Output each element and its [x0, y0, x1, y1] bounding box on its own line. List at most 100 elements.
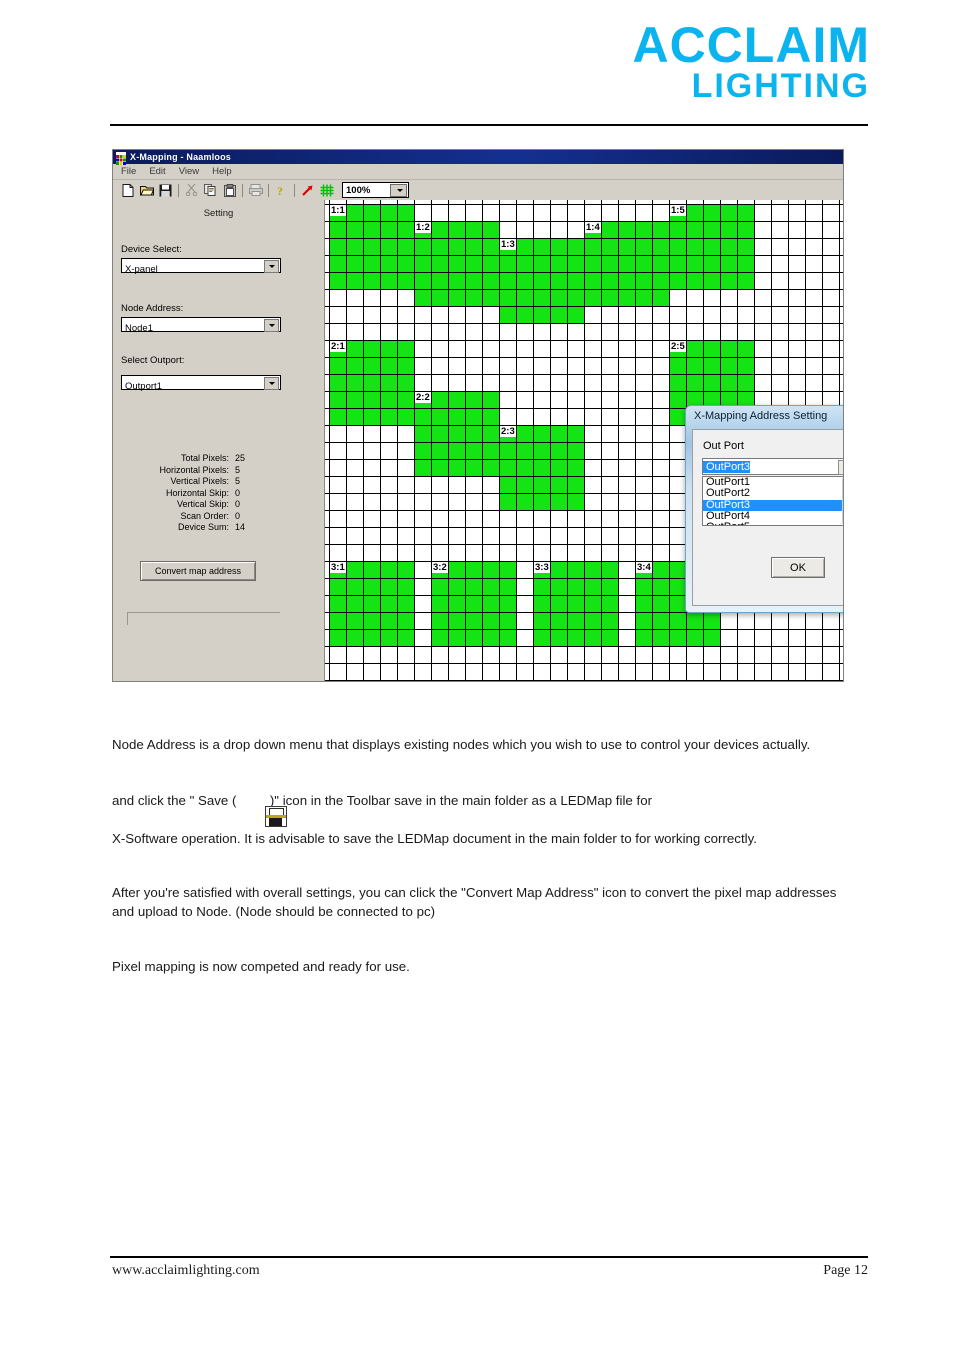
paragraph-convert-map: After you're satisfied with overall sett…: [112, 885, 837, 919]
pixel-block[interactable]: [669, 204, 755, 290]
footer-divider: [110, 1256, 868, 1258]
pixel-block-label: 1:4: [585, 222, 601, 233]
stat-key: Device Sum:: [177, 522, 229, 532]
dialog-title: X-Mapping Address Setting: [694, 410, 828, 422]
pixel-block[interactable]: [499, 425, 585, 511]
header-divider: [110, 124, 868, 126]
settings-panel: Setting Device Select: X-panel Node Addr…: [113, 200, 325, 681]
chevron-down-icon[interactable]: [264, 319, 279, 332]
convert-map-address-button[interactable]: Convert map address: [140, 561, 256, 581]
toolbar-separator: [175, 183, 182, 197]
list-item[interactable]: OutPort2: [703, 487, 843, 499]
red-arrow-icon[interactable]: [298, 182, 317, 199]
paragraph-save-part2: )" icon in the Toolbar save in the main …: [269, 793, 653, 808]
menu-item-edit[interactable]: Edit: [149, 166, 165, 177]
pixel-block-label: 3:2: [432, 562, 448, 573]
device-select-combo[interactable]: X-panel: [121, 258, 281, 275]
chevron-down-icon[interactable]: [838, 460, 843, 475]
pixel-block[interactable]: [431, 561, 517, 647]
select-outport-label: Select Outport:: [121, 355, 185, 366]
pixel-block[interactable]: [414, 221, 500, 307]
brand-line-acclaim: ACCLAIM: [632, 17, 870, 73]
stat-row: Total Pixels: 25: [121, 453, 306, 465]
select-outport-combo[interactable]: Outport1: [121, 375, 281, 392]
floppy-label: [269, 818, 282, 826]
menu-item-help[interactable]: Help: [212, 166, 232, 177]
svg-text:?: ?: [277, 184, 283, 197]
out-port-value: OutPort3: [703, 460, 751, 473]
list-item[interactable]: OutPort5: [703, 521, 843, 525]
stat-key: Vertical Pixels:: [170, 476, 229, 486]
brand-line-lighting: LIGHTING: [691, 67, 870, 105]
node-address-value: Node1: [125, 323, 153, 334]
stat-key: Total Pixels:: [180, 453, 229, 463]
paragraph-pixel-mapping-done: Pixel mapping is now competed and ready …: [112, 959, 410, 974]
pixel-block-label: 3:1: [330, 562, 346, 573]
stat-row: Vertical Pixels: 5: [121, 476, 306, 488]
panel-bottom-strip: [127, 612, 280, 625]
stat-value: 14: [235, 522, 246, 532]
footer-page-number: Page 12: [823, 1263, 868, 1278]
stat-key: Horizontal Skip:: [165, 487, 229, 498]
stat-row: Horizontal Skip: 0: [121, 488, 306, 500]
pixel-block-label: 1:1: [330, 205, 346, 216]
dialog-titlebar: X-Mapping Address Setting: [685, 405, 843, 427]
paste-icon[interactable]: [220, 182, 239, 199]
menu-bar: File Edit View Help: [113, 164, 843, 180]
zoom-level-combo[interactable]: 100%: [342, 182, 409, 198]
stat-key: Scan Order:: [180, 510, 229, 521]
pixel-block[interactable]: [329, 204, 415, 290]
pixel-block-label: 3:3: [534, 562, 550, 573]
stat-key: Vertical Skip:: [176, 499, 229, 509]
node-address-combo[interactable]: Node1: [121, 317, 281, 334]
pixel-block[interactable]: [584, 221, 670, 307]
out-port-option-list[interactable]: OutPort1 OutPort2 OutPort3 OutPort4 OutP…: [702, 476, 843, 526]
menu-item-file[interactable]: File: [121, 166, 136, 177]
toolbar-separator-3: [265, 183, 272, 197]
stat-value: 5: [235, 476, 241, 486]
list-scrollbar[interactable]: [842, 478, 843, 524]
device-select-value: X-panel: [125, 264, 158, 275]
cut-scissors-icon: [182, 182, 201, 199]
pixel-block[interactable]: [414, 391, 500, 477]
paragraph-x-software: X-Software operation. It is advisable to…: [112, 831, 757, 846]
save-floppy-icon[interactable]: [156, 182, 175, 199]
out-port-combo[interactable]: OutPort3: [702, 458, 843, 475]
pixel-block-label: 1:2: [415, 222, 431, 233]
pixel-block[interactable]: [329, 561, 415, 647]
ok-button[interactable]: OK: [771, 557, 825, 578]
x-mapping-application-window: X-Mapping - Naamloos File Edit View Help: [112, 149, 844, 682]
menu-item-view[interactable]: View: [179, 166, 199, 177]
app-icon: [116, 152, 126, 165]
chevron-down-icon[interactable]: [390, 184, 407, 197]
pixel-block[interactable]: [329, 340, 415, 426]
pixel-block-label: 2:3: [500, 426, 516, 437]
pixel-block-label: 2:1: [330, 341, 346, 352]
window-titlebar: X-Mapping - Naamloos: [113, 150, 843, 165]
pixel-map-canvas[interactable]: 1:1 1:2 1:3 1:4 1:5 2:1 2:2 2:3 2:5 3:1 3:2 3:3 3:4 …: [325, 200, 843, 681]
out-port-label: Out Port: [703, 440, 744, 452]
stat-key: Horizontal Pixels:: [159, 464, 229, 475]
chevron-down-icon[interactable]: [264, 377, 279, 390]
pixel-block-label: 1:3: [500, 239, 516, 250]
help-question-icon[interactable]: ?: [272, 182, 291, 199]
copy-icon[interactable]: [201, 182, 220, 199]
zoom-level-value: 100%: [346, 184, 371, 196]
stat-row: Vertical Skip: 0: [121, 499, 306, 511]
stat-value: 0: [235, 487, 241, 498]
pixel-block-label: 1:5: [670, 205, 686, 216]
stat-value: 0: [235, 510, 241, 521]
green-grid-icon[interactable]: [317, 182, 336, 199]
stat-row: Scan Order: 0: [121, 511, 306, 523]
paragraph-save-part1: and click the " Save (: [112, 793, 237, 808]
pixel-block[interactable]: [533, 561, 619, 647]
pixel-block[interactable]: [499, 238, 585, 324]
toolbar-separator-2: [239, 183, 246, 197]
print-icon: [246, 182, 265, 199]
chevron-down-icon[interactable]: [264, 260, 279, 273]
pixel-block-label: 2:2: [415, 392, 431, 403]
stat-value: 25: [235, 453, 246, 463]
open-folder-icon[interactable]: [137, 182, 156, 199]
new-document-icon[interactable]: [118, 182, 137, 199]
footer-website[interactable]: www.acclaimlighting.com: [112, 1263, 260, 1279]
